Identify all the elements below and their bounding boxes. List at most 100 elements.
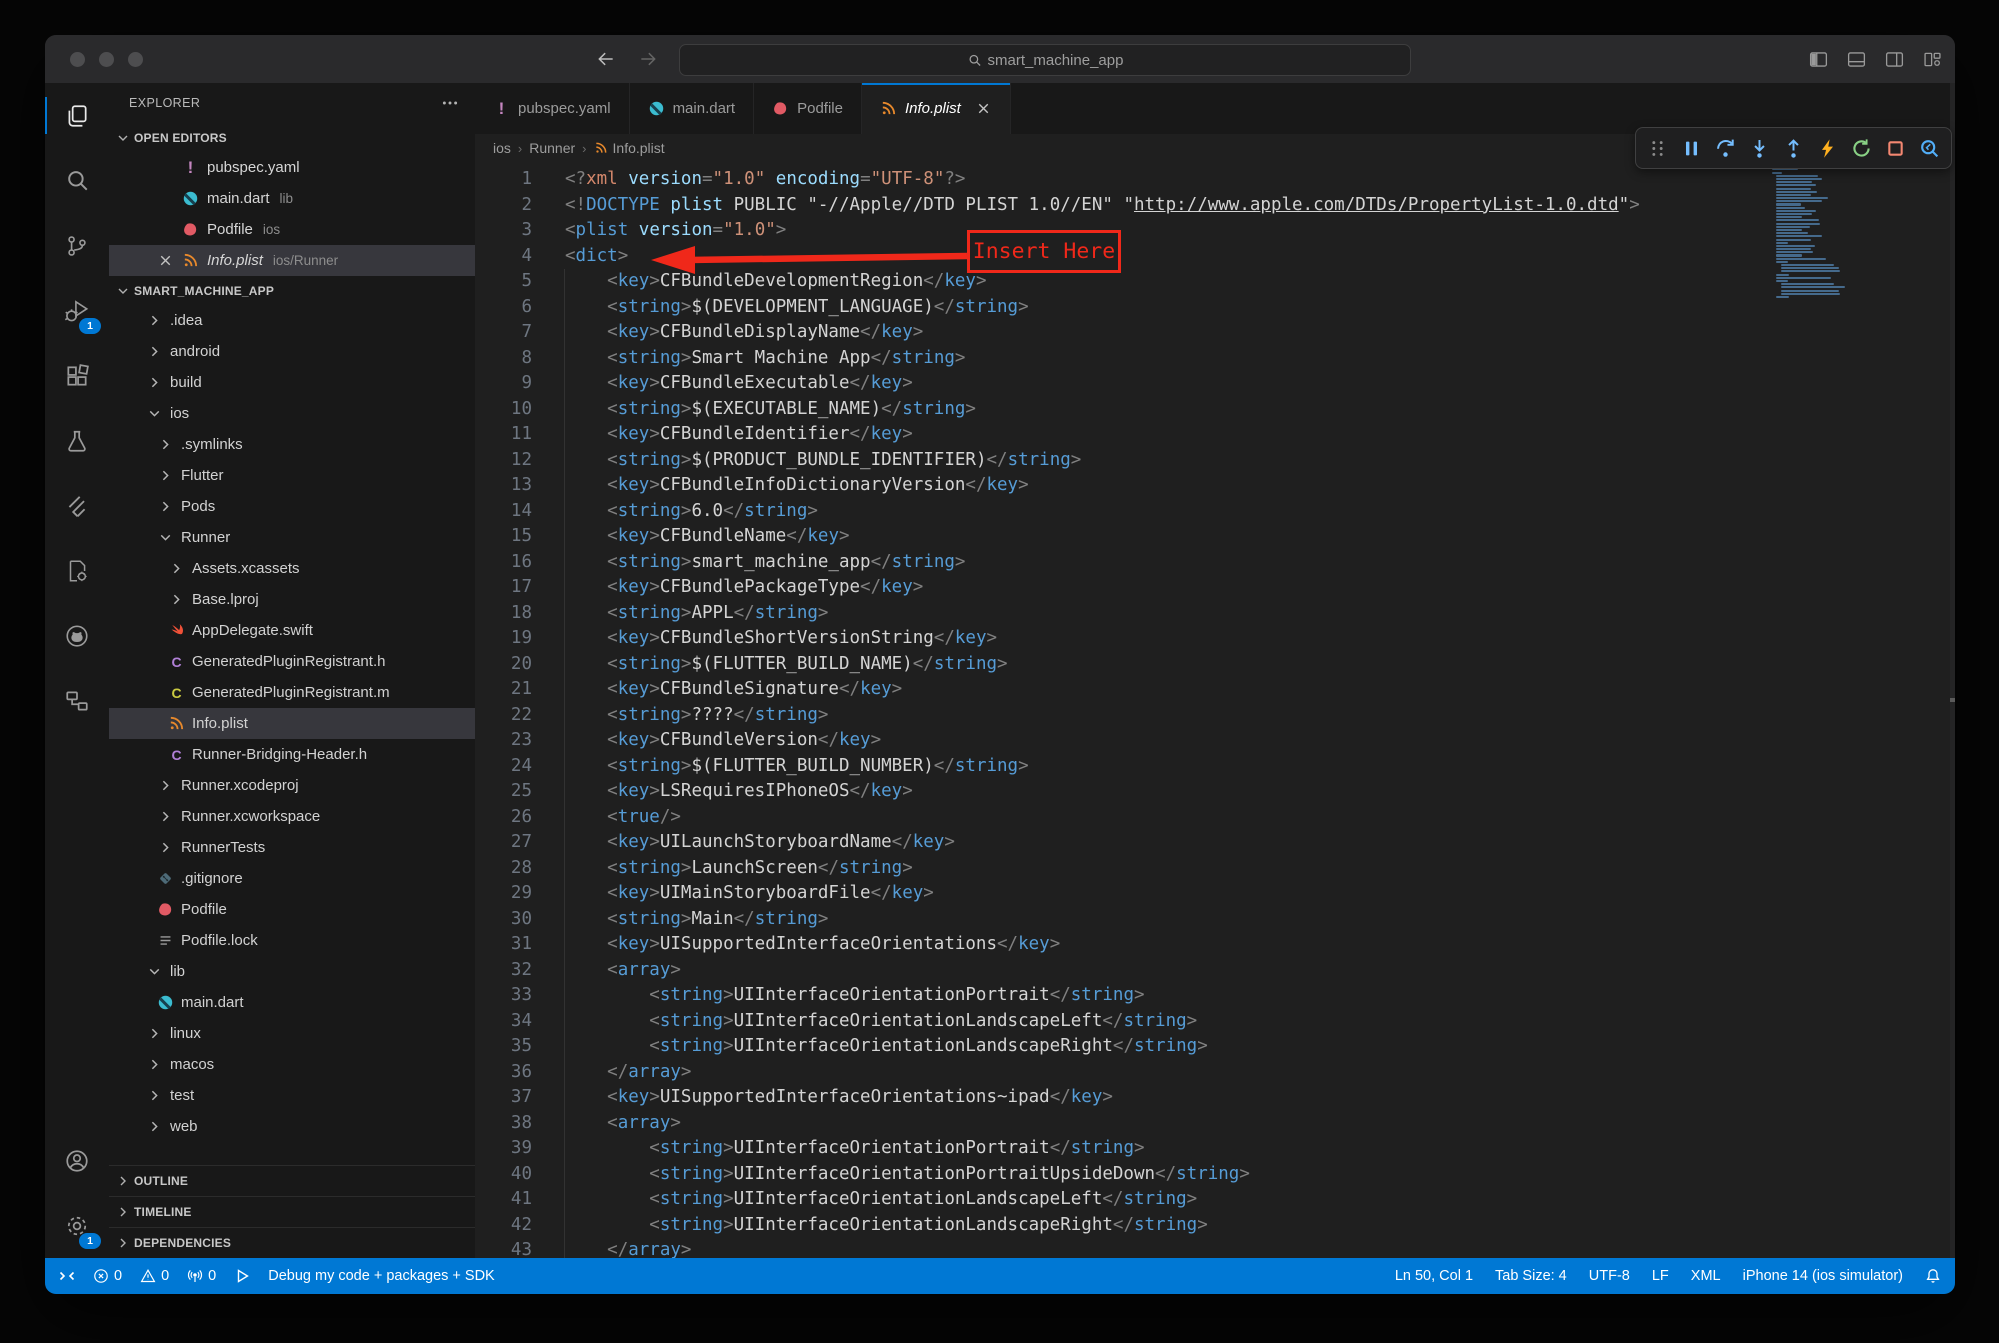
window-minimize-button[interactable] <box>99 52 114 67</box>
tree-item-.idea[interactable]: .idea <box>109 305 475 336</box>
status-bell-right-6[interactable] <box>1925 1268 1941 1284</box>
tab-main.dart[interactable]: main.dart <box>630 83 755 134</box>
breadcrumb-item-ios[interactable]: ios <box>493 140 511 156</box>
code-line-35: 35 <string>UIInterfaceOrientationLandsca… <box>475 1034 1955 1060</box>
tree-item-GeneratedPluginRegistrant.m[interactable]: CGeneratedPluginRegistrant.m <box>109 677 475 708</box>
toggle-secondary-sidebar-icon[interactable] <box>1884 49 1905 70</box>
sidebar-bottom-sections: OUTLINETIMELINEDEPENDENCIES <box>109 1165 475 1258</box>
tree-item-Pods[interactable]: Pods <box>109 491 475 522</box>
tree-item-Runner-Bridging-Header.h[interactable]: CRunner-Bridging-Header.h <box>109 739 475 770</box>
line-content: </array> <box>565 1060 691 1086</box>
status-text-right-0[interactable]: Ln 50, Col 1 <box>1395 1268 1473 1284</box>
tree-item-AppDelegate.swift[interactable]: AppDelegate.swift <box>109 615 475 646</box>
activity-item-github[interactable] <box>45 603 109 668</box>
code-editor[interactable]: Insert Here 1<?xml version="1.0" encodin… <box>475 162 1955 1258</box>
open-editor-Podfile[interactable]: Podfileios <box>109 214 475 245</box>
activity-item-accounts[interactable] <box>45 1128 109 1193</box>
debug-widget-inspector-button[interactable] <box>1917 135 1943 161</box>
tree-item-Podfile.lock[interactable]: Podfile.lock <box>109 925 475 956</box>
activity-item-settings[interactable]: 1 <box>45 1193 109 1258</box>
activity-item-devtools[interactable] <box>45 538 109 603</box>
open-editor-main.dart[interactable]: main.dartlib <box>109 183 475 214</box>
tree-item-Flutter[interactable]: Flutter <box>109 460 475 491</box>
status-text-left-5[interactable]: Debug my code + packages + SDK <box>268 1268 495 1284</box>
status-text-right-3[interactable]: LF <box>1652 1268 1669 1284</box>
tree-item-ios[interactable]: ios <box>109 398 475 429</box>
debug-step-out-button[interactable] <box>1780 135 1806 161</box>
tree-item-Runner.xcworkspace[interactable]: Runner.xcworkspace <box>109 801 475 832</box>
activity-item-extensions[interactable] <box>45 343 109 408</box>
sidebar-section-timeline[interactable]: TIMELINE <box>109 1196 475 1227</box>
editor-right-edge[interactable] <box>1950 83 1955 1258</box>
tree-item-Assets.xcassets[interactable]: Assets.xcassets <box>109 553 475 584</box>
sash-handle[interactable] <box>1950 698 1955 702</box>
status-text-right-2[interactable]: UTF-8 <box>1589 1268 1630 1284</box>
tree-item-android[interactable]: android <box>109 336 475 367</box>
status-debug-run-left-4[interactable] <box>234 1268 250 1284</box>
tree-item-test[interactable]: test <box>109 1080 475 1111</box>
tree-item-main.dart[interactable]: main.dart <box>109 987 475 1018</box>
sidebar-section-outline[interactable]: OUTLINE <box>109 1165 475 1196</box>
nav-back-icon[interactable] <box>593 46 619 72</box>
tab-Podfile[interactable]: Podfile <box>754 83 862 134</box>
activity-item-testing[interactable] <box>45 408 109 473</box>
debug-pause-button[interactable] <box>1678 135 1704 161</box>
activity-item-explorer[interactable] <box>45 83 109 148</box>
line-number: 7 <box>475 320 532 346</box>
window-close-button[interactable] <box>70 52 85 67</box>
nav-forward-icon[interactable] <box>635 46 661 72</box>
breadcrumb-item-Info.plist[interactable]: Info.plist <box>594 140 665 156</box>
status-warning-left-2[interactable]: 0 <box>140 1268 169 1284</box>
tree-item-Podfile[interactable]: Podfile <box>109 894 475 925</box>
tree-item-Runner[interactable]: Runner <box>109 522 475 553</box>
debug-restart-button[interactable] <box>1849 135 1875 161</box>
status-text-right-4[interactable]: XML <box>1691 1268 1721 1284</box>
tab-Info.plist[interactable]: Info.plist <box>862 83 1011 134</box>
activity-item-search[interactable] <box>45 148 109 213</box>
tab-pubspec.yaml[interactable]: !pubspec.yaml <box>475 83 630 134</box>
tree-item-build[interactable]: build <box>109 367 475 398</box>
debug-step-over-button[interactable] <box>1712 135 1738 161</box>
tree-item-RunnerTests[interactable]: RunnerTests <box>109 832 475 863</box>
tree-item-.gitignore[interactable]: .gitignore <box>109 863 475 894</box>
title-bar: smart_machine_app <box>45 35 1955 84</box>
tree-item-lib[interactable]: lib <box>109 956 475 987</box>
tree-item-Info.plist[interactable]: Info.plist <box>109 708 475 739</box>
tree-item-macos[interactable]: macos <box>109 1049 475 1080</box>
debug-stop-button[interactable] <box>1883 135 1909 161</box>
status-text-right-5[interactable]: iPhone 14 (ios simulator) <box>1743 1268 1903 1284</box>
breadcrumb-item-Runner[interactable]: Runner <box>529 140 575 156</box>
debug-drag-handle-button[interactable] <box>1644 135 1670 161</box>
tree-item-GeneratedPluginRegistrant.h[interactable]: CGeneratedPluginRegistrant.h <box>109 646 475 677</box>
debug-hot-reload-button[interactable] <box>1815 135 1841 161</box>
command-center-search[interactable]: smart_machine_app <box>679 44 1411 76</box>
customize-layout-icon[interactable] <box>1922 49 1943 70</box>
toggle-primary-sidebar-icon[interactable] <box>1808 49 1829 70</box>
tree-item-Runner.xcodeproj[interactable]: Runner.xcodeproj <box>109 770 475 801</box>
tree-item-web[interactable]: web <box>109 1111 475 1142</box>
status-remote-left-0[interactable] <box>59 1268 75 1284</box>
minimap[interactable] <box>1768 162 1950 362</box>
activity-item-run-debug[interactable]: 1 <box>45 278 109 343</box>
project-root-header[interactable]: SMART_MACHINE_APP <box>109 276 475 305</box>
open-editor-Info.plist[interactable]: Info.plistios/Runner <box>109 245 475 276</box>
activity-item-remote-explorer[interactable] <box>45 668 109 733</box>
tree-item-Base.lproj[interactable]: Base.lproj <box>109 584 475 615</box>
status-ports-left-3[interactable]: 0 <box>187 1268 216 1284</box>
open-editors-header[interactable]: OPEN EDITORS <box>109 123 475 152</box>
debug-step-into-button[interactable] <box>1746 135 1772 161</box>
activity-item-flutter[interactable] <box>45 473 109 538</box>
tree-item-linux[interactable]: linux <box>109 1018 475 1049</box>
activity-item-source-control[interactable] <box>45 213 109 278</box>
window-zoom-button[interactable] <box>128 52 143 67</box>
views-and-more-actions-icon[interactable] <box>441 94 459 112</box>
status-error-left-1[interactable]: 0 <box>93 1268 122 1284</box>
close-editor-icon[interactable] <box>157 252 174 269</box>
sidebar-section-dependencies[interactable]: DEPENDENCIES <box>109 1227 475 1258</box>
status-text-right-1[interactable]: Tab Size: 4 <box>1495 1268 1567 1284</box>
tree-item-.symlinks[interactable]: .symlinks <box>109 429 475 460</box>
toggle-panel-icon[interactable] <box>1846 49 1867 70</box>
line-content: <string>UIInterfaceOrientationLandscapeR… <box>565 1034 1208 1060</box>
tab-close-icon[interactable] <box>975 100 992 117</box>
open-editor-pubspec.yaml[interactable]: !pubspec.yaml <box>109 152 475 183</box>
